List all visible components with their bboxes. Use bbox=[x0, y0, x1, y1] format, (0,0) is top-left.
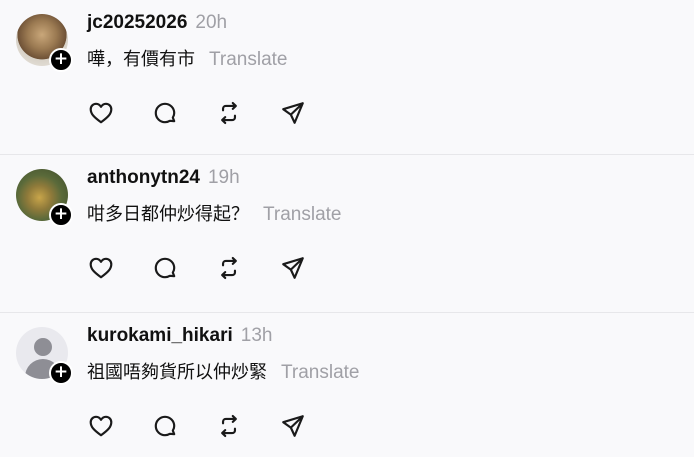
repost-icon bbox=[221, 101, 237, 125]
post-header: anthonytn24 19h bbox=[87, 167, 684, 195]
post-content: jc20252026 20h 嘩，有價有市 Translate bbox=[87, 12, 684, 71]
timestamp: 13h bbox=[240, 325, 273, 346]
comment-icon bbox=[154, 102, 176, 124]
like-button[interactable] bbox=[86, 98, 116, 128]
translate-link[interactable]: Translate bbox=[281, 362, 360, 384]
post-text-line: 咁多日都仲炒得起？ Translate bbox=[87, 200, 684, 226]
heart-icon bbox=[89, 102, 113, 124]
translate-link[interactable]: Translate bbox=[263, 204, 342, 226]
like-button[interactable] bbox=[86, 253, 116, 283]
avatar-container[interactable]: + bbox=[16, 169, 73, 227]
post-text-line: 嘩，有價有市 Translate bbox=[87, 45, 684, 71]
share-button[interactable] bbox=[278, 98, 308, 128]
avatar-container[interactable]: + bbox=[16, 327, 73, 385]
post-text: 咁多日都仲炒得起？ bbox=[87, 204, 249, 225]
translate-link[interactable]: Translate bbox=[209, 49, 288, 71]
post-text: 嘩，有價有市 bbox=[87, 49, 195, 70]
share-icon bbox=[282, 257, 304, 279]
username[interactable]: kurokami_hikari bbox=[87, 325, 233, 347]
post-content: anthonytn24 19h 咁多日都仲炒得起？ Translate bbox=[87, 167, 684, 226]
post-header: kurokami_hikari 13h bbox=[87, 325, 684, 353]
comment-icon bbox=[154, 415, 176, 437]
repost-button[interactable] bbox=[214, 98, 244, 128]
avatar-container[interactable]: + bbox=[16, 14, 73, 72]
comment-icon bbox=[154, 257, 176, 279]
repost-icon bbox=[221, 414, 237, 438]
username[interactable]: anthonytn24 bbox=[87, 167, 200, 189]
follow-plus-icon[interactable]: + bbox=[49, 48, 73, 72]
post-header: jc20252026 20h bbox=[87, 12, 684, 40]
share-button[interactable] bbox=[278, 411, 308, 441]
reply-thread: + jc20252026 20h 嘩，有價有市 Translate + anth… bbox=[0, 0, 694, 457]
timestamp: 19h bbox=[207, 167, 240, 188]
action-bar bbox=[86, 98, 342, 128]
post-text-line: 祖國唔夠貨所以仲炒緊 Translate bbox=[87, 358, 684, 384]
repost-button[interactable] bbox=[214, 411, 244, 441]
reply-button[interactable] bbox=[150, 411, 180, 441]
share-icon bbox=[282, 102, 304, 124]
reply-post: + jc20252026 20h 嘩，有價有市 Translate bbox=[0, 0, 694, 155]
reply-post: + anthonytn24 19h 咁多日都仲炒得起？ Translate bbox=[0, 155, 694, 313]
username[interactable]: jc20252026 bbox=[87, 12, 187, 34]
action-bar bbox=[86, 411, 342, 441]
post-content: kurokami_hikari 13h 祖國唔夠貨所以仲炒緊 Translate bbox=[87, 325, 684, 384]
reply-button[interactable] bbox=[150, 98, 180, 128]
repost-icon bbox=[221, 256, 237, 280]
repost-button[interactable] bbox=[214, 253, 244, 283]
heart-icon bbox=[89, 415, 113, 437]
share-icon bbox=[282, 415, 304, 437]
share-button[interactable] bbox=[278, 253, 308, 283]
reply-button[interactable] bbox=[150, 253, 180, 283]
like-button[interactable] bbox=[86, 411, 116, 441]
timestamp: 20h bbox=[195, 12, 228, 33]
follow-plus-icon[interactable]: + bbox=[49, 203, 73, 227]
follow-plus-icon[interactable]: + bbox=[49, 361, 73, 385]
reply-post: + kurokami_hikari 13h 祖國唔夠貨所以仲炒緊 Transla… bbox=[0, 313, 694, 457]
heart-icon bbox=[89, 257, 113, 279]
avatar-head-shape bbox=[34, 338, 52, 356]
post-text: 祖國唔夠貨所以仲炒緊 bbox=[87, 362, 267, 383]
action-bar bbox=[86, 253, 342, 283]
